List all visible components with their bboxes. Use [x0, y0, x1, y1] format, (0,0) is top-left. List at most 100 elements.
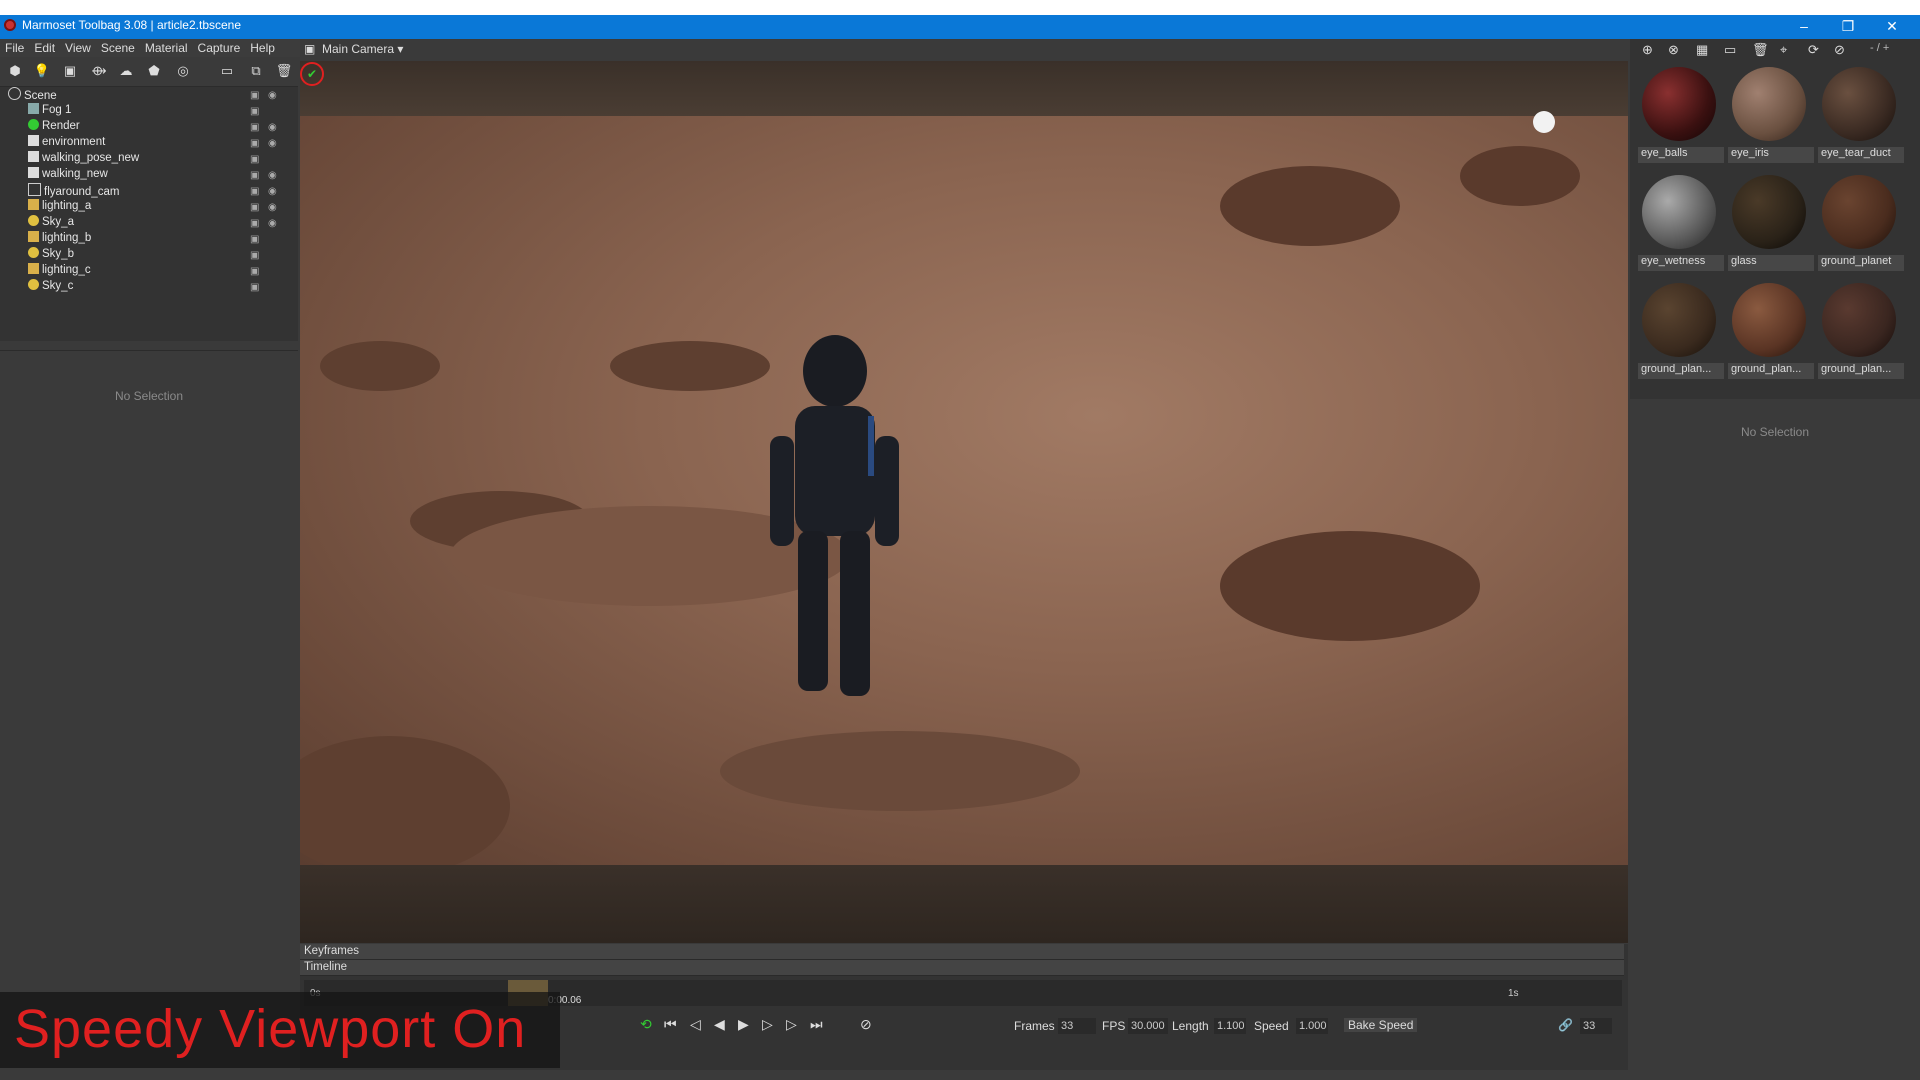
menu-file[interactable]: File	[0, 39, 29, 57]
lock-icon[interactable]: ▣	[250, 186, 260, 197]
lock-icon[interactable]: ▣	[250, 106, 260, 117]
visibility-icon[interactable]: ◉	[268, 170, 280, 181]
camera-dropdown[interactable]: Main Camera ▾	[322, 42, 403, 56]
minimize-button[interactable]: –	[1784, 14, 1824, 38]
add-fog-icon[interactable]: ☁	[117, 62, 135, 80]
tree-item[interactable]: lighting_c	[28, 263, 91, 279]
refresh-icon[interactable]: ⟳	[1808, 42, 1819, 58]
length-field[interactable]: 1.100	[1214, 1018, 1246, 1034]
tree-item[interactable]: flyaround_cam	[28, 183, 119, 199]
menu-view[interactable]: View	[60, 39, 96, 57]
lock-icon[interactable]: ▣	[250, 234, 260, 245]
first-frame-icon[interactable]: ⏮	[664, 1016, 677, 1033]
frames-field[interactable]: 33	[1058, 1018, 1096, 1034]
add-turntable-icon[interactable]: ⟴	[90, 62, 108, 80]
tree-item[interactable]: Render	[28, 119, 80, 135]
menu-help[interactable]: Help	[245, 39, 280, 57]
link-frames-field[interactable]: 33	[1580, 1018, 1612, 1034]
material-preview	[1642, 175, 1716, 249]
menu-capture[interactable]: Capture	[193, 39, 246, 57]
link-icon[interactable]: 🔗	[1558, 1018, 1573, 1032]
menu-edit[interactable]: Edit	[29, 39, 60, 57]
material-tile[interactable]: ground_plan...	[1816, 283, 1904, 383]
tree-item[interactable]: walking_pose_new	[28, 151, 139, 167]
light-gizmo-icon[interactable]	[1533, 111, 1555, 133]
material-tile[interactable]: ground_plan...	[1726, 283, 1814, 383]
tree-item[interactable]: Sky_b	[28, 247, 74, 263]
folder-icon[interactable]: ▭	[1724, 42, 1736, 58]
visibility-icon[interactable]: ◉	[268, 138, 280, 149]
material-tile[interactable]: ground_plan...	[1636, 283, 1724, 383]
material-tile[interactable]: eye_balls	[1636, 67, 1724, 167]
visibility-icon[interactable]: ◉	[268, 218, 280, 229]
title-bar-fill	[0, 15, 1920, 39]
link-material-icon[interactable]: ⊗	[1668, 42, 1679, 58]
visibility-icon[interactable]: ◉	[268, 122, 280, 133]
lock-icon[interactable]: ▣	[250, 282, 260, 293]
speed-icon[interactable]: ⊘	[860, 1016, 872, 1033]
tree-item-scene[interactable]: Scene	[8, 87, 57, 103]
add-camera-icon[interactable]: ▣	[61, 62, 79, 80]
page-indicator[interactable]: - / +	[1870, 42, 1889, 54]
visibility-icon[interactable]: ◉	[268, 202, 280, 213]
caption-text: Speedy Viewport On	[14, 999, 527, 1059]
speedy-viewport-icon[interactable]: ✔	[300, 62, 324, 86]
keyframes-bar[interactable]: Keyframes	[300, 944, 1624, 960]
add-mesh-icon[interactable]: ⬢	[6, 62, 24, 80]
visibility-icon[interactable]: ◉	[268, 90, 280, 101]
tree-item[interactable]: walking_new	[28, 167, 108, 183]
delete-icon[interactable]: 🗑	[1752, 42, 1769, 58]
material-tile[interactable]: glass	[1726, 175, 1814, 275]
next-frame-icon[interactable]: ▷	[762, 1016, 773, 1033]
lock-icon[interactable]: ▣	[250, 154, 260, 165]
material-tile[interactable]: ground_planet	[1816, 175, 1904, 275]
timeline-bar[interactable]: Timeline	[300, 960, 1624, 976]
next-key-icon[interactable]: ▷	[786, 1016, 797, 1033]
close-button[interactable]: ✕	[1872, 14, 1912, 38]
prev-frame-icon[interactable]: ◀	[714, 1016, 725, 1033]
tree-item[interactable]: Sky_a	[28, 215, 74, 231]
bake-speed-button[interactable]: Bake Speed	[1344, 1018, 1418, 1032]
menu-material[interactable]: Material	[140, 39, 193, 57]
material-tile[interactable]: eye_iris	[1726, 67, 1814, 167]
export-icon[interactable]: ⊘	[1834, 42, 1845, 58]
lock-icon[interactable]: ▣	[250, 90, 260, 101]
lock-icon[interactable]: ▣	[250, 202, 260, 213]
visibility-icon[interactable]: ◉	[268, 186, 280, 197]
no-selection-text: No Selection	[1740, 425, 1810, 439]
open-folder-icon[interactable]: ▭	[218, 62, 236, 80]
picker-icon[interactable]: ⌖	[1780, 42, 1787, 58]
lock-icon[interactable]: ▣	[250, 138, 260, 149]
restore-button[interactable]: ❐	[1828, 14, 1868, 38]
material-tile[interactable]: eye_wetness	[1636, 175, 1724, 275]
viewport[interactable]: ✔ ⚙	[300, 61, 1628, 943]
prev-key-icon[interactable]: ◁	[690, 1016, 701, 1033]
fps-field[interactable]: 30.000	[1128, 1018, 1168, 1034]
rock	[320, 341, 440, 391]
lock-icon[interactable]: ▣	[250, 170, 260, 181]
tree-item[interactable]: lighting_a	[28, 199, 91, 215]
lock-icon[interactable]: ▣	[250, 122, 260, 133]
tree-item[interactable]: Fog 1	[28, 103, 71, 119]
add-material-icon[interactable]: ⊕	[1642, 42, 1653, 58]
duplicate-icon[interactable]: ⧉	[247, 62, 265, 80]
tree-item[interactable]: Sky_c	[28, 279, 73, 295]
loop-icon[interactable]: ⟲	[640, 1016, 652, 1033]
add-shadow-catcher-icon[interactable]: ⬟	[145, 62, 163, 80]
lock-icon[interactable]: ▣	[250, 266, 260, 277]
menu-scene[interactable]: Scene	[96, 39, 140, 57]
add-light-icon[interactable]: 💡	[33, 62, 51, 80]
lock-icon[interactable]: ▣	[250, 250, 260, 261]
last-frame-icon[interactable]: ⏭	[810, 1016, 823, 1033]
viewport-letterbox-top	[300, 61, 1628, 116]
add-sky-icon[interactable]: ◎	[174, 62, 192, 80]
speed-field[interactable]: 1.000	[1296, 1018, 1328, 1034]
play-icon[interactable]: ▶	[738, 1016, 749, 1033]
lock-icon[interactable]: ▣	[250, 218, 260, 229]
tree-item[interactable]: environment	[28, 135, 105, 151]
checker-icon[interactable]: ▦	[1696, 42, 1708, 58]
material-tile[interactable]: eye_tear_duct	[1816, 67, 1904, 167]
tree-item[interactable]: lighting_b	[28, 231, 91, 247]
viewport-letterbox-bottom	[300, 865, 1628, 943]
delete-icon[interactable]: 🗑	[275, 62, 293, 80]
